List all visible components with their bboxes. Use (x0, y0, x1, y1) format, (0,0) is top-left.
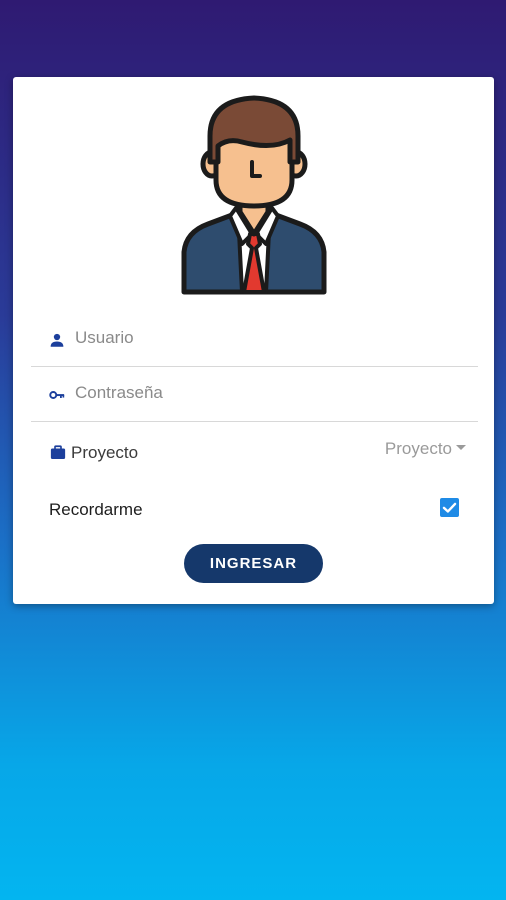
businessman-avatar-icon (181, 95, 327, 295)
project-select-value: Proyecto (384, 439, 452, 458)
project-field: Proyecto Proyecto (31, 431, 478, 471)
remember-me-label: Recordarme (49, 500, 143, 519)
password-placeholder: Contraseña (75, 383, 163, 402)
password-field[interactable]: Contraseña (31, 375, 478, 422)
checkbox-checked-icon (442, 502, 457, 513)
project-label: Proyecto (71, 443, 139, 462)
chevron-down-icon (456, 445, 466, 450)
login-button[interactable]: INGRESAR (184, 544, 323, 583)
remember-me-checkbox[interactable] (440, 498, 459, 517)
person-icon (50, 333, 64, 347)
briefcase-icon (50, 445, 66, 459)
username-field[interactable]: Usuario (31, 320, 478, 367)
project-select[interactable]: Proyecto (358, 431, 478, 467)
username-placeholder: Usuario (75, 328, 134, 347)
login-card: Usuario Contraseña Proyecto Proyecto Rec… (13, 77, 494, 604)
key-icon (49, 391, 65, 399)
